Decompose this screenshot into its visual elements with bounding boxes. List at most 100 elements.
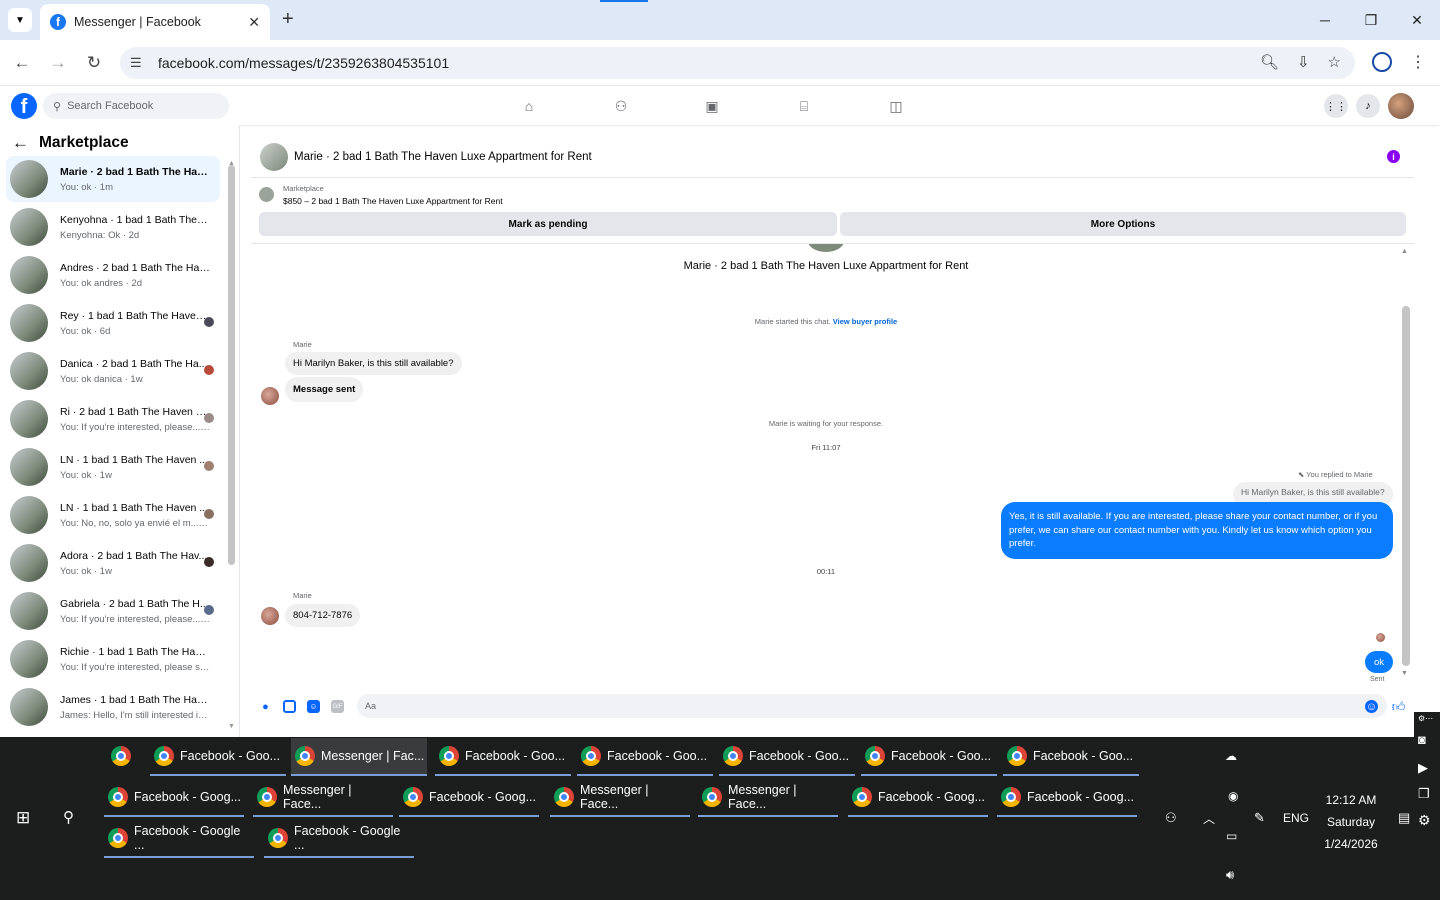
- conversation-item[interactable]: Richie · 1 bad 1 Bath The Haven... You: I…: [6, 636, 220, 682]
- incoming-message[interactable]: Hi Marilyn Baker, is this still availabl…: [285, 352, 462, 375]
- conversation-item[interactable]: Kenyohna · 1 bad 1 Bath The Ha... Kenyohn…: [6, 204, 220, 250]
- url-text[interactable]: facebook.com/messages/t/2359263804535101: [158, 55, 449, 71]
- settings-gear-icon[interactable]: ⚙: [1418, 812, 1431, 829]
- people-icon[interactable]: ⚇: [1165, 810, 1177, 826]
- home-icon[interactable]: ⌂: [519, 96, 539, 116]
- taskbar-window-button[interactable]: Facebook - Goog...: [399, 779, 539, 817]
- network-icon[interactable]: ▭: [1226, 829, 1237, 843]
- forward-arrow-icon[interactable]: →: [45, 50, 71, 76]
- taskbar-window-button[interactable]: Facebook - Goog...: [848, 779, 988, 817]
- account-avatar[interactable]: [1388, 93, 1414, 119]
- taskbar-window-button[interactable]: Facebook - Goo...: [1003, 738, 1139, 776]
- system-clock[interactable]: 12:12 AM Saturday 1/24/2026: [1318, 789, 1384, 855]
- mark-as-pending-button[interactable]: Mark as pending: [259, 212, 837, 236]
- marketplace-icon[interactable]: ⌸: [794, 96, 814, 116]
- scroll-down-arrow-icon[interactable]: ▼: [1401, 670, 1408, 677]
- browser-tab-messenger[interactable]: f Messenger | Facebook ✕: [40, 4, 270, 40]
- conversation-item[interactable]: Adora · 2 bad 1 Bath The Hav... You: ok ·…: [6, 540, 220, 586]
- profile-icon[interactable]: [1372, 52, 1392, 72]
- window-icon[interactable]: ❐: [1418, 786, 1430, 802]
- scroll-up-arrow-icon[interactable]: ▲: [1401, 248, 1408, 255]
- pen-icon[interactable]: ✎: [1254, 810, 1265, 826]
- browser-menu-icon[interactable]: ⋮: [1410, 52, 1426, 72]
- gaming-icon[interactable]: ◫: [886, 96, 906, 116]
- facebook-logo-icon[interactable]: f: [11, 93, 37, 119]
- taskbar-window-button[interactable]: Facebook - Goo...: [435, 738, 571, 776]
- reload-icon[interactable]: ↻: [81, 50, 107, 76]
- sender-avatar[interactable]: [261, 387, 279, 405]
- volume-icon[interactable]: 🔊︎: [1226, 867, 1234, 883]
- address-bar[interactable]: ☰ facebook.com/messages/t/23592638045351…: [120, 47, 1355, 79]
- taskbar-window-button[interactable]: Messenger | Face...: [698, 779, 838, 817]
- taskbar-search-icon[interactable]: ⚲: [63, 808, 74, 826]
- tools-more-icon[interactable]: ⚙⋯: [1418, 714, 1433, 723]
- conversation-item[interactable]: James · 1 bad 1 Bath The Haven... James: …: [6, 684, 220, 730]
- incoming-message[interactable]: Message sent: [285, 377, 364, 402]
- bookmark-star-icon[interactable]: ☆: [1328, 53, 1341, 71]
- listing-price-title[interactable]: $850 – 2 bad 1 Bath The Haven Luxe Appar…: [283, 196, 503, 206]
- facebook-search[interactable]: ⚲ Search Facebook: [43, 93, 229, 119]
- conversation-item[interactable]: LN · 1 bad 1 Bath The Haven ... You: No, …: [6, 492, 220, 538]
- listing-thumbnail[interactable]: [259, 187, 274, 202]
- taskbar-window-button[interactable]: Messenger | Face...: [550, 779, 690, 817]
- taskbar-window-button[interactable]: Facebook - Google ...: [104, 820, 254, 858]
- conversation-item[interactable]: LN · 1 bad 1 Bath The Haven ... You: ok ·…: [6, 444, 220, 490]
- thumbs-up-icon[interactable]: 👍︎: [1392, 699, 1406, 714]
- chrome-pinned-icon[interactable]: [111, 746, 131, 766]
- video-record-icon[interactable]: ▶: [1418, 760, 1428, 776]
- zoom-icon[interactable]: 🔍︎: [1260, 53, 1279, 71]
- taskbar-window-button[interactable]: Messenger | Fac...: [291, 738, 427, 776]
- outgoing-message[interactable]: ok: [1365, 651, 1393, 673]
- incoming-message[interactable]: 804-712-7876: [285, 604, 361, 627]
- microphone-icon[interactable]: ●: [259, 700, 272, 713]
- conversation-item[interactable]: Danica · 2 bad 1 Bath The Ha... You: ok d…: [6, 348, 220, 394]
- taskbar-window-button[interactable]: Facebook - Goo...: [577, 738, 713, 776]
- sticker-icon[interactable]: ☺: [307, 700, 320, 713]
- minimize-button[interactable]: ─: [1302, 0, 1348, 40]
- chat-title[interactable]: Marie · 2 bad 1 Bath The Haven Luxe Appa…: [294, 151, 592, 163]
- conversation-item[interactable]: Rey · 1 bad 1 Bath The Haven... You: ok ·…: [6, 300, 220, 346]
- maximize-button[interactable]: ❐: [1348, 0, 1394, 40]
- conversation-item[interactable]: Andres · 2 bad 1 Bath The Have... You: ok…: [6, 252, 220, 298]
- conversation-list-scrollbar[interactable]: [228, 165, 235, 565]
- notifications-icon[interactable]: ▤: [1398, 810, 1410, 826]
- back-arrow-icon[interactable]: ←: [9, 50, 35, 76]
- screenshot-icon[interactable]: ◙: [1418, 732, 1426, 747]
- more-options-button[interactable]: More Options: [840, 212, 1406, 236]
- photo-icon[interactable]: [283, 700, 296, 713]
- sender-avatar[interactable]: [261, 607, 279, 625]
- new-tab-button[interactable]: +: [282, 8, 294, 30]
- outgoing-message[interactable]: Yes, it is still available. If you are i…: [1001, 502, 1393, 559]
- taskbar-window-button[interactable]: Facebook - Goo...: [150, 738, 286, 776]
- taskbar-window-button[interactable]: Facebook - Goog...: [104, 779, 244, 817]
- message-input[interactable]: Aa: [357, 694, 1387, 718]
- taskbar-window-button[interactable]: Facebook - Goog...: [997, 779, 1137, 817]
- conversation-item[interactable]: Ri · 2 bad 1 Bath The Haven L... You: If …: [6, 396, 220, 442]
- camera-icon[interactable]: ◉: [1228, 789, 1238, 803]
- view-buyer-profile-link[interactable]: View buyer profile: [833, 317, 897, 326]
- taskbar-window-button[interactable]: Facebook - Goo...: [719, 738, 855, 776]
- close-tab-icon[interactable]: ✕: [248, 14, 260, 31]
- site-info-icon[interactable]: ☰: [130, 55, 152, 71]
- conversation-item[interactable]: Gabriela · 2 bad 1 Bath The H... You: If …: [6, 588, 220, 634]
- friends-icon[interactable]: ⚇: [611, 96, 631, 116]
- conversation-item[interactable]: Marie · 2 bad 1 Bath The Haven... You: ok…: [6, 156, 220, 202]
- info-icon[interactable]: i: [1387, 150, 1400, 163]
- windows-start-icon[interactable]: ⊞: [16, 808, 30, 828]
- close-window-button[interactable]: ✕: [1394, 0, 1440, 40]
- taskbar-window-button[interactable]: Facebook - Goo...: [861, 738, 997, 776]
- listing-avatar[interactable]: [260, 142, 288, 171]
- chat-scrollbar[interactable]: [1402, 306, 1410, 666]
- emoji-icon[interactable]: ☺: [1365, 700, 1378, 713]
- video-icon[interactable]: ▣: [702, 96, 722, 116]
- tab-search-button[interactable]: ▼: [8, 8, 32, 32]
- notifications-bell-icon[interactable]: ♪: [1356, 94, 1380, 118]
- taskbar-window-button[interactable]: Messenger | Face...: [253, 779, 393, 817]
- gif-icon[interactable]: GIF: [331, 700, 344, 713]
- language-indicator[interactable]: ENG: [1283, 811, 1309, 825]
- onedrive-icon[interactable]: ☁: [1225, 749, 1237, 763]
- taskbar-window-button[interactable]: Facebook - Google ...: [264, 820, 414, 858]
- back-arrow-icon[interactable]: ←: [12, 133, 29, 153]
- menu-grid-icon[interactable]: ⋮⋮: [1324, 94, 1348, 118]
- scroll-down-arrow-icon[interactable]: ▼: [228, 723, 235, 730]
